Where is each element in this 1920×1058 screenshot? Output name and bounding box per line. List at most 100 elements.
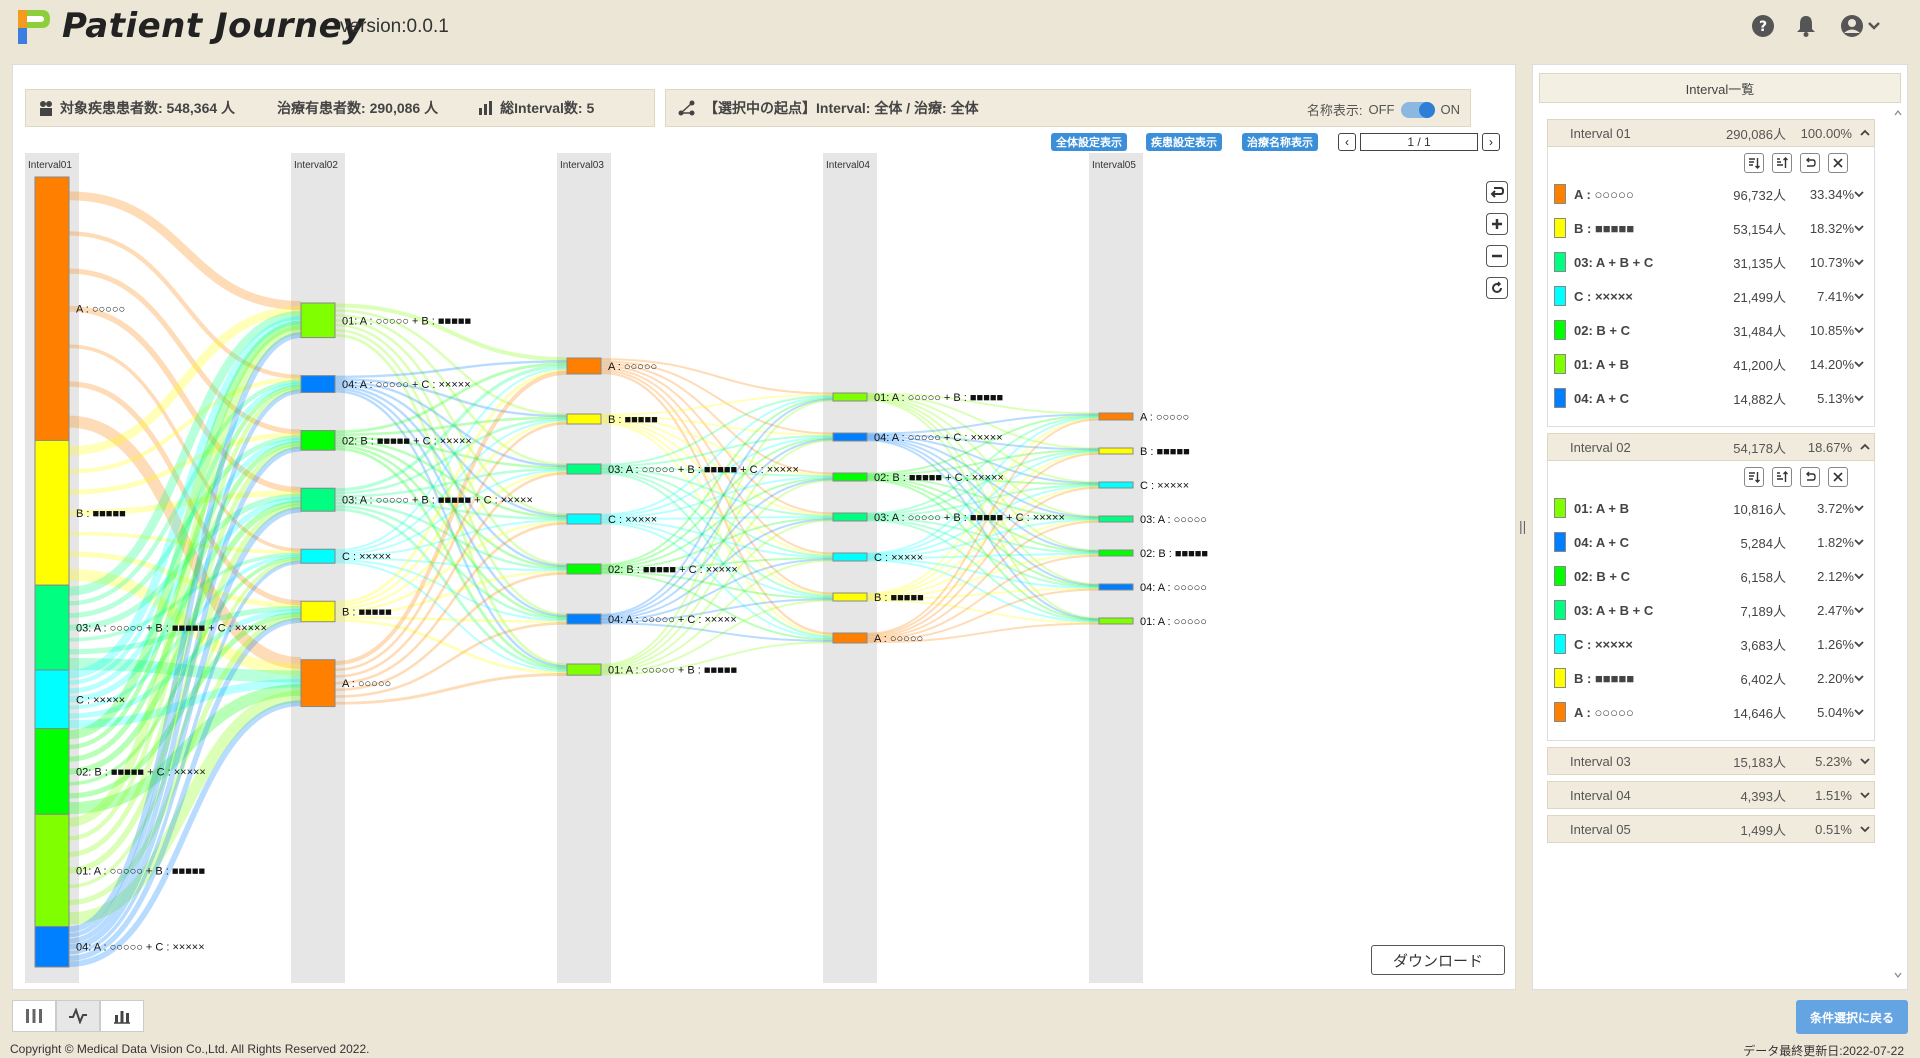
sankey-node[interactable] xyxy=(566,663,602,676)
view-tab-columns[interactable] xyxy=(12,1000,56,1032)
chevron-down-icon[interactable] xyxy=(1854,292,1864,300)
sankey-node[interactable] xyxy=(1098,617,1134,625)
sankey-node[interactable] xyxy=(832,552,868,562)
sort-desc-button[interactable] xyxy=(1744,153,1764,173)
reset-zoom-button[interactable] xyxy=(1486,277,1508,299)
interval-row[interactable]: 03: A + B + C 7,189人 2.47% xyxy=(1550,597,1872,623)
interval-row[interactable]: 01: A + B 41,200人 14.20% xyxy=(1550,351,1872,377)
sankey-node[interactable] xyxy=(1098,481,1134,489)
sankey-node[interactable] xyxy=(34,439,70,586)
sankey-node[interactable] xyxy=(1098,549,1134,557)
chevron-down-icon[interactable] xyxy=(1854,538,1864,546)
chevron-down-icon[interactable] xyxy=(1854,224,1864,232)
sankey-node[interactable] xyxy=(566,613,602,625)
sankey-node[interactable] xyxy=(566,357,602,375)
reset-button[interactable] xyxy=(1800,153,1820,173)
panel-splitter[interactable]: || xyxy=(1519,518,1526,534)
interval-header[interactable]: Interval 03 15,183人 5.23% xyxy=(1547,747,1875,775)
disease-settings-button[interactable]: 疾患設定表示 xyxy=(1146,133,1222,151)
name-display-toggle[interactable]: 名称表示: OFF ON xyxy=(1307,100,1460,119)
interval-row[interactable]: C : ××××× 21,499人 7.41% xyxy=(1550,283,1872,309)
sankey-node[interactable] xyxy=(300,302,336,339)
sankey-node[interactable] xyxy=(832,392,868,402)
chevron-up-icon[interactable] xyxy=(1860,129,1870,137)
sankey-node[interactable] xyxy=(34,925,70,968)
chevron-down-icon[interactable] xyxy=(1860,757,1870,765)
bell-icon[interactable] xyxy=(1794,14,1818,38)
sankey-node[interactable] xyxy=(1098,583,1134,591)
sankey-node[interactable] xyxy=(34,584,70,671)
chevron-down-icon[interactable] xyxy=(1854,708,1864,716)
sankey-node[interactable] xyxy=(34,728,70,815)
reset-button[interactable] xyxy=(1800,467,1820,487)
chevron-down-icon[interactable] xyxy=(1854,504,1864,512)
close-button[interactable] xyxy=(1828,153,1848,173)
sankey-node[interactable] xyxy=(1098,447,1134,455)
chevron-down-icon[interactable] xyxy=(1854,572,1864,580)
chevron-down-icon[interactable] xyxy=(1860,825,1870,833)
sankey-node[interactable] xyxy=(832,512,868,522)
chevron-down-icon[interactable] xyxy=(1854,606,1864,614)
chevron-down-icon[interactable] xyxy=(1854,360,1864,368)
interval-row[interactable]: 02: B + C 6,158人 2.12% xyxy=(1550,563,1872,589)
interval-header[interactable]: Interval 01 290,086人 100.00% xyxy=(1547,119,1875,147)
close-button[interactable] xyxy=(1828,467,1848,487)
chevron-down-icon[interactable] xyxy=(1854,326,1864,334)
sankey-node[interactable] xyxy=(300,375,336,394)
sankey-node[interactable] xyxy=(566,463,602,475)
zoom-in-button[interactable] xyxy=(1486,213,1508,235)
treatment-names-button[interactable]: 治療名称表示 xyxy=(1242,133,1318,151)
interval-header[interactable]: Interval 04 4,393人 1.51% xyxy=(1547,781,1875,809)
view-tab-bar[interactable] xyxy=(100,1000,144,1032)
sankey-node[interactable] xyxy=(832,472,868,482)
sankey-diagram[interactable]: Interval01 Interval02 Interval03 Interval04… xyxy=(13,153,1493,983)
undo-button[interactable] xyxy=(1486,181,1508,203)
sankey-node[interactable] xyxy=(1098,515,1134,523)
sankey-node[interactable] xyxy=(566,563,602,575)
sankey-node[interactable] xyxy=(566,413,602,425)
chevron-down-icon[interactable] xyxy=(1854,640,1864,648)
sankey-node[interactable] xyxy=(300,487,336,512)
scrollbar[interactable] xyxy=(1893,109,1903,979)
interval-row[interactable]: A : ○○○○○ 14,646人 5.04% xyxy=(1550,699,1872,725)
sort-desc-button[interactable] xyxy=(1744,467,1764,487)
chevron-down-icon[interactable] xyxy=(1854,190,1864,198)
user-menu-icon[interactable] xyxy=(1840,14,1882,38)
chevron-down-icon[interactable] xyxy=(1860,791,1870,799)
interval-row[interactable]: A : ○○○○○ 96,732人 33.34% xyxy=(1550,181,1872,207)
chevron-up-icon[interactable] xyxy=(1860,443,1870,451)
sankey-node[interactable] xyxy=(1098,412,1134,421)
interval-header[interactable]: Interval 05 1,499人 0.51% xyxy=(1547,815,1875,843)
zoom-out-button[interactable] xyxy=(1486,245,1508,267)
sankey-node[interactable] xyxy=(300,548,336,564)
sort-asc-button[interactable] xyxy=(1772,467,1792,487)
interval-row[interactable]: 04: A + C 14,882人 5.13% xyxy=(1550,385,1872,411)
view-tab-flow[interactable] xyxy=(56,1000,100,1032)
next-page-button[interactable]: › xyxy=(1482,133,1500,151)
chevron-down-icon[interactable] xyxy=(1854,394,1864,402)
toggle-switch[interactable] xyxy=(1400,101,1435,118)
sankey-node[interactable] xyxy=(34,669,70,730)
interval-header[interactable]: Interval 02 54,178人 18.67% xyxy=(1547,433,1875,461)
sankey-node[interactable] xyxy=(34,176,70,441)
sankey-node[interactable] xyxy=(832,632,868,644)
chevron-down-icon[interactable] xyxy=(1854,674,1864,682)
download-button[interactable]: ダウンロード xyxy=(1371,945,1505,975)
interval-row[interactable]: B : ■■■■■ 6,402人 2.20% xyxy=(1550,665,1872,691)
sankey-node[interactable] xyxy=(300,430,336,451)
interval-row[interactable]: C : ××××× 3,683人 1.26% xyxy=(1550,631,1872,657)
overall-settings-button[interactable]: 全体設定表示 xyxy=(1051,133,1127,151)
help-icon[interactable]: ? xyxy=(1751,14,1775,38)
interval-row[interactable]: 04: A + C 5,284人 1.82% xyxy=(1550,529,1872,555)
chevron-down-icon[interactable] xyxy=(1854,258,1864,266)
sankey-node[interactable] xyxy=(300,659,336,708)
sankey-node[interactable] xyxy=(832,432,868,442)
sort-asc-button[interactable] xyxy=(1772,153,1792,173)
interval-row[interactable]: 01: A + B 10,816人 3.72% xyxy=(1550,495,1872,521)
sankey-node[interactable] xyxy=(34,813,70,927)
sankey-node[interactable] xyxy=(832,592,868,602)
interval-row[interactable]: 03: A + B + C 31,135人 10.73% xyxy=(1550,249,1872,275)
interval-row[interactable]: B : ■■■■■ 53,154人 18.32% xyxy=(1550,215,1872,241)
interval-row[interactable]: 02: B + C 31,484人 10.85% xyxy=(1550,317,1872,343)
sankey-node[interactable] xyxy=(300,600,336,623)
